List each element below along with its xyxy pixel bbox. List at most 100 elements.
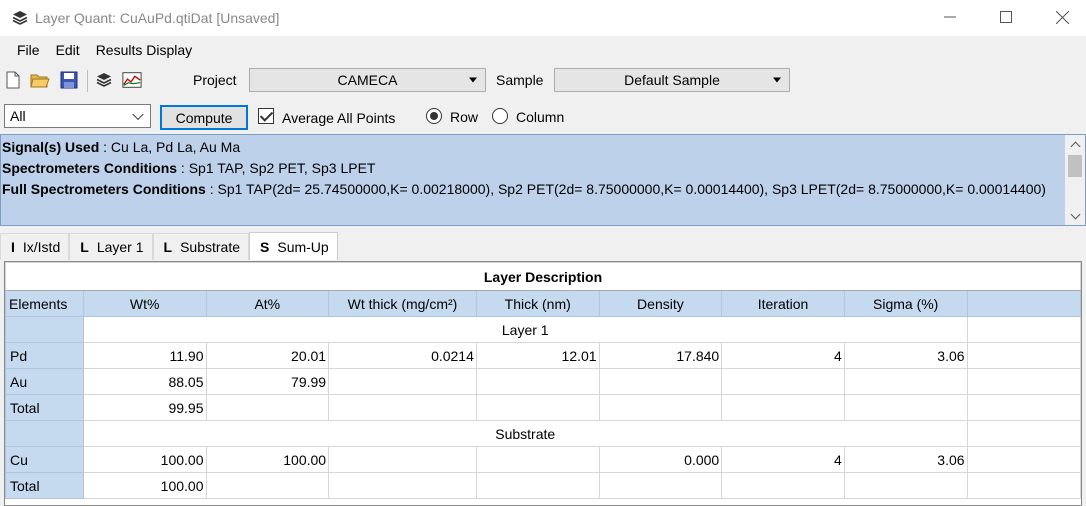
element-cell: Total [5,472,84,499]
menu-bar: File Edit Results Display [0,38,200,62]
chart-icon[interactable] [122,70,142,90]
maximize-icon[interactable] [982,0,1030,34]
layers-app-icon [10,8,30,28]
window-title: Layer Quant: CuAuPd.qtiDat [Unsaved] [35,10,280,26]
value-cell [475,368,600,395]
value-cell: 3.06 [843,446,968,473]
full-spectrometers-label: Full Spectrometers Conditions [2,181,206,197]
value-cell: 4 [721,446,845,473]
value-cell [843,394,968,421]
tab-icon: S [260,238,270,255]
close-icon[interactable] [1038,0,1086,34]
table-row[interactable]: Au 88.05 79.99 [5,368,1081,395]
tab-label: Ix/Istd [22,239,61,255]
element-cell: Total [5,394,84,421]
value-cell: 0.0214 [328,342,477,369]
table-row[interactable]: Total 100.00 [5,472,1081,499]
value-cell: 4 [721,342,845,369]
row-header-cell [5,420,84,447]
row-radio[interactable] [426,108,442,124]
signals-label: Signal(s) Used [2,139,100,155]
tab-icon: I [11,239,15,255]
element-cell: Cu [5,446,84,473]
project-value: CAMECA [337,72,398,88]
table-row[interactable]: Pd 11.90 20.01 0.0214 12.01 17.840 4 3.06 [5,342,1081,369]
tab-layer-1[interactable]: L Layer 1 [69,233,153,260]
section-title: Layer 1 [82,316,968,343]
conditions-panel[interactable]: Signal(s) Used : Cu La, Pd La, Au Ma Spe… [0,134,1086,226]
table-title: Layer Description [5,262,1081,291]
column-header-iteration: Iteration [721,290,845,317]
column-header-elements: Elements [5,290,84,317]
new-file-icon[interactable] [3,70,23,90]
tab-icon: L [163,239,173,255]
element-cell: Pd [5,342,84,369]
value-cell: 100.00 [82,446,207,473]
result-tabs: I Ix/Istd L Layer 1 L Substrate S Sum-Up [0,232,338,260]
value-cell [328,446,477,473]
value-cell [475,394,600,421]
tab-ix-istd[interactable]: I Ix/Istd [0,233,70,260]
table-row[interactable]: Cu 100.00 100.00 0.000 4 3.06 [5,446,1081,473]
menu-edit[interactable]: Edit [48,42,88,58]
value-cell [328,394,477,421]
menu-results-display[interactable]: Results Display [88,42,200,58]
row-header-cell [5,316,84,343]
value-cell [843,472,968,499]
conditions-text: Signal(s) Used : Cu La, Pd La, Au Ma Spe… [2,137,1064,200]
filter-select[interactable]: All [4,104,151,128]
filler-cell [966,342,1081,369]
column-header-at: At% [205,290,330,317]
info-scrollbar[interactable] [1065,135,1085,225]
tab-sum-up[interactable]: S Sum-Up [249,232,338,260]
minimize-icon[interactable] [926,0,974,34]
title-bar: Layer Quant: CuAuPd.qtiDat [Unsaved] [0,0,1086,36]
spectrometers-label: Spectrometers Conditions [2,160,178,176]
table-row[interactable]: Total 99.95 [5,394,1081,421]
column-header-filler [966,290,1081,317]
value-cell [205,394,330,421]
value-cell: 88.05 [82,368,207,395]
value-cell: 100.00 [205,446,330,473]
value-cell: 3.06 [843,342,968,369]
value-cell: 12.01 [475,342,600,369]
element-cell: Au [5,368,84,395]
value-cell [721,368,845,395]
value-cell [843,368,968,395]
tab-icon: L [80,239,89,255]
toolbar: Project CAMECA Sample Default Sample [0,66,1086,96]
scroll-up-icon[interactable] [1065,135,1085,153]
value-cell: 17.840 [598,342,723,369]
open-folder-icon[interactable] [30,70,50,90]
layers-icon[interactable] [94,70,114,90]
sample-label: Sample [496,72,544,88]
value-cell [328,368,477,395]
spectrometers-value: : Sp1 TAP, Sp2 PET, Sp3 LPET [177,160,376,176]
filler-cell [966,420,1081,447]
chevron-down-icon [773,77,781,83]
average-all-points-checkbox[interactable] [258,108,274,124]
sample-select[interactable]: Default Sample [554,68,790,92]
column-radio[interactable] [492,108,508,124]
tab-substrate[interactable]: L Substrate [152,233,250,260]
menu-file[interactable]: File [9,42,48,58]
value-cell [598,472,723,499]
value-cell [475,446,600,473]
average-all-points-label: Average All Points [282,110,396,126]
scroll-down-icon[interactable] [1065,207,1085,225]
save-icon[interactable] [59,70,79,90]
column-label: Column [516,109,565,125]
filler-cell [966,316,1081,343]
compute-button[interactable]: Compute [160,105,248,130]
scroll-thumb[interactable] [1068,155,1082,177]
section-row: Substrate [5,420,1081,447]
sum-up-panel: Layer Description Elements Wt% At% Wt th… [4,261,1082,506]
signals-value: : Cu La, Pd La, Au Ma [99,139,241,155]
section-title: Substrate [82,420,968,447]
tab-label: Substrate [180,239,241,255]
column-header-sigma: Sigma (%) [843,290,968,317]
filler-cell [966,446,1081,473]
column-header-density: Density [598,290,723,317]
full-spectrometers-value: : Sp1 TAP(2d= 25.74500000,K= 0.00218000)… [205,181,1046,197]
project-select[interactable]: CAMECA [249,68,486,92]
